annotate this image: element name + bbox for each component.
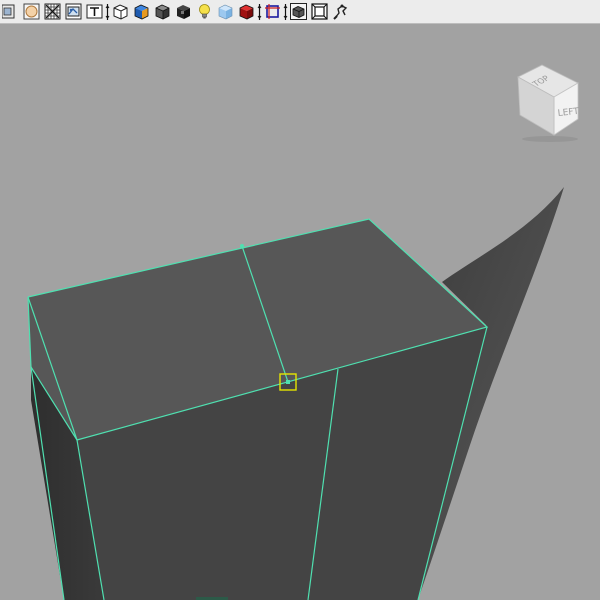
resolution-gate-icon <box>265 4 280 19</box>
panel-toolbar <box>0 0 600 24</box>
maya-viewport-window: TOP LEFT <box>0 0 600 600</box>
toolbar-separator <box>257 2 262 22</box>
grid-icon <box>44 3 61 20</box>
texture-text-icon <box>86 4 103 19</box>
safe-action-button[interactable] <box>310 2 329 21</box>
xray-cube-icon <box>177 5 190 19</box>
film-gate-icon <box>65 3 82 20</box>
perspective-viewport[interactable]: TOP LEFT <box>0 25 600 600</box>
toolbar-separator <box>283 2 288 22</box>
shadows-button[interactable] <box>216 2 235 21</box>
texture-button[interactable] <box>85 2 104 21</box>
camera-tool-button[interactable] <box>331 2 350 21</box>
view-cube[interactable]: TOP LEFT <box>510 61 588 143</box>
smooth-shade-cube-icon <box>134 4 149 20</box>
camera-tool-icon <box>333 4 348 20</box>
camera-attributes-button[interactable] <box>1 2 20 21</box>
isolate-select-button[interactable] <box>237 2 256 21</box>
wireframe-on-shaded-button[interactable] <box>153 2 172 21</box>
resolution-gate-button[interactable] <box>263 2 282 21</box>
edge-vertex[interactable] <box>240 244 244 248</box>
red-cube-icon <box>239 4 254 20</box>
camera-partial-icon <box>2 4 15 19</box>
grid-toggle-button[interactable] <box>43 2 62 21</box>
image-plane-button[interactable] <box>22 2 41 21</box>
image-plane-icon <box>23 3 40 20</box>
toolbar-separator <box>105 2 110 22</box>
use-all-lights-button[interactable] <box>195 2 214 21</box>
film-gate-button[interactable] <box>64 2 83 21</box>
field-chart-button[interactable] <box>289 2 308 21</box>
wire-on-shaded-cube-icon <box>155 4 170 20</box>
shadow-cube-icon <box>218 4 233 20</box>
safe-action-icon <box>311 3 328 20</box>
field-chart-cube-icon <box>290 3 307 20</box>
wireframe-button[interactable] <box>111 2 130 21</box>
wireframe-cube-icon <box>113 4 128 20</box>
light-bulb-icon <box>199 4 210 19</box>
selected-vertex[interactable] <box>286 380 290 384</box>
xray-button[interactable] <box>174 2 193 21</box>
smooth-shade-button[interactable] <box>132 2 151 21</box>
